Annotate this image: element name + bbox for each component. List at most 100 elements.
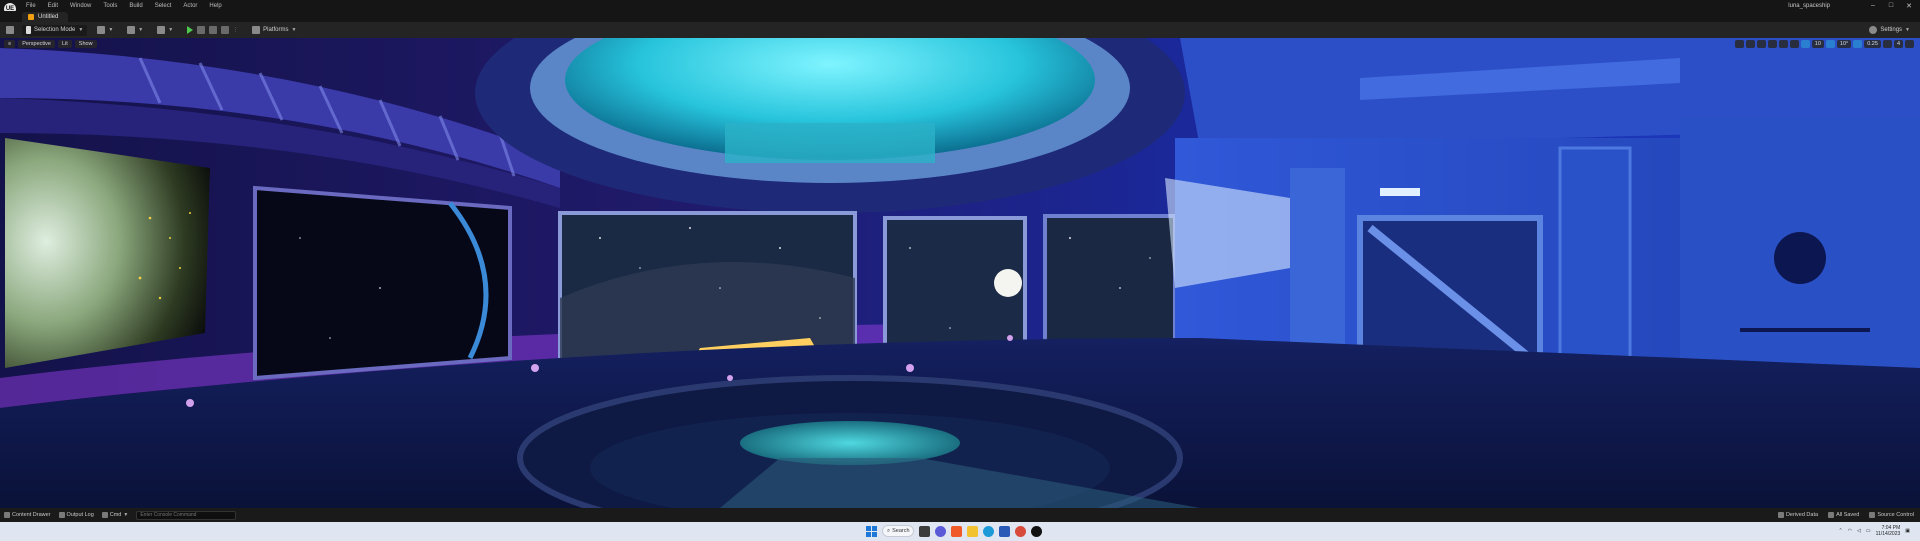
view-mode-button[interactable]: Lit — [57, 39, 72, 48]
source-control-button[interactable]: Source Control — [1869, 512, 1914, 518]
hamburger-icon: ≡ — [8, 40, 12, 47]
rotate-tool-icon[interactable] — [1756, 39, 1766, 48]
maximize-button[interactable]: □ — [1886, 2, 1896, 9]
eject-icon[interactable] — [221, 26, 230, 34]
clock[interactable]: 7:04 PM 11/14/2023 — [1876, 525, 1901, 537]
windows-start-icon[interactable] — [866, 525, 877, 537]
scale-snap-icon[interactable] — [1853, 39, 1863, 48]
cmd-dropdown[interactable]: Cmd ▼ — [101, 512, 129, 518]
grid-size-value[interactable]: 10 — [1811, 39, 1824, 48]
main-toolbar: Selection Mode ▼ ▼ ▼ ▼ ⋮ Platforms ▼ Set… — [0, 22, 1920, 38]
taskbar-apps: ⌕ Search — [866, 525, 1042, 537]
select-tool-icon[interactable] — [1734, 39, 1744, 48]
chevron-up-icon[interactable]: ⌃ — [1838, 528, 1842, 534]
taskbar-search[interactable]: ⌕ Search — [882, 525, 914, 537]
tab-bar: Untitled — [0, 11, 1920, 22]
play-controls: ⋮ — [183, 25, 242, 36]
derived-data-button[interactable]: Derived Data — [1777, 512, 1819, 518]
selection-mode-dropdown[interactable]: Selection Mode ▼ — [22, 24, 88, 36]
output-log-button[interactable]: Output Log — [58, 512, 94, 518]
camera-speed-value[interactable]: 4 — [1893, 39, 1903, 48]
tab-level[interactable]: Untitled — [22, 12, 69, 22]
project-name: luna_spaceship — [1788, 2, 1830, 9]
chrome-icon[interactable] — [1015, 525, 1026, 537]
stop-icon[interactable] — [209, 26, 218, 34]
volume-icon[interactable]: ◁ — [1857, 528, 1861, 534]
save-status-icon — [1828, 512, 1835, 518]
notification-icon[interactable]: ▣ — [1905, 528, 1910, 534]
menu-tools[interactable]: Tools — [97, 3, 123, 9]
settings-label: Settings — [1880, 27, 1903, 33]
minimize-button[interactable]: – — [1868, 2, 1878, 9]
chevron-down-icon: ▼ — [168, 27, 174, 33]
save-icon — [6, 26, 14, 34]
all-saved-label: All Saved — [1836, 512, 1860, 518]
status-bar: Content Drawer Output Log Cmd ▼ Derived … — [0, 508, 1920, 522]
chevron-down-icon: ▼ — [78, 27, 84, 33]
file-explorer-icon[interactable] — [967, 525, 978, 537]
derived-data-label: Derived Data — [1785, 512, 1819, 518]
menu-actor[interactable]: Actor — [177, 3, 203, 9]
viewport-render[interactable] — [0, 38, 1920, 508]
menu-edit[interactable]: Edit — [42, 3, 64, 9]
content-drawer-label: Content Drawer — [12, 512, 51, 518]
add-actor-button[interactable]: ▼ — [93, 25, 117, 36]
grid-snap-icon[interactable] — [1800, 39, 1810, 48]
title-bar: UE File Edit Window Tools Build Select A… — [0, 0, 1920, 15]
menu-window[interactable]: Window — [64, 3, 97, 9]
angle-snap-icon[interactable] — [1825, 39, 1835, 48]
step-icon[interactable] — [197, 26, 206, 34]
unreal-engine-taskbar-icon[interactable] — [1031, 525, 1042, 537]
console-command-input[interactable] — [136, 510, 237, 520]
network-icon[interactable]: ◠ — [1848, 528, 1852, 534]
all-saved-button[interactable]: All Saved — [1828, 512, 1859, 518]
menu-build[interactable]: Build — [123, 3, 148, 9]
show-button[interactable]: Show — [74, 39, 97, 48]
menu-file[interactable]: File — [20, 3, 42, 9]
close-button[interactable]: ✕ — [1904, 2, 1914, 10]
perspective-button[interactable]: Perspective — [18, 39, 55, 48]
output-log-icon — [58, 512, 65, 518]
scale-tool-icon[interactable] — [1767, 39, 1777, 48]
clapper-icon — [157, 26, 166, 34]
derived-data-icon — [1777, 512, 1784, 518]
lit-label: Lit — [61, 40, 68, 47]
gear-icon — [1869, 26, 1878, 34]
menu-help[interactable]: Help — [203, 3, 227, 9]
status-right: Derived Data All Saved Source Control — [1777, 512, 1920, 518]
blueprint-icon — [127, 26, 136, 34]
menu-select[interactable]: Select — [149, 3, 178, 9]
selection-mode-label: Selection Mode — [34, 27, 76, 33]
move-tool-icon[interactable] — [1745, 39, 1755, 48]
play-icon[interactable] — [187, 26, 194, 34]
viewport-toolbar: ≡ Perspective Lit Show 10 10° 0.25 4 — [0, 38, 1920, 49]
scale-snap-value[interactable]: 0.25 — [1864, 39, 1881, 48]
battery-icon[interactable]: ▭ — [1866, 528, 1871, 534]
chat-icon[interactable] — [935, 525, 946, 537]
viewport-menu-button[interactable]: ≡ — [4, 39, 16, 48]
task-view-icon[interactable] — [919, 525, 930, 537]
angle-snap-value[interactable]: 10° — [1836, 39, 1852, 48]
cinematics-button[interactable]: ▼ — [153, 25, 177, 36]
platforms-label: Platforms — [263, 27, 289, 33]
maximize-viewport-icon[interactable] — [1905, 39, 1914, 48]
settings-button[interactable]: Settings ▼ — [1865, 25, 1914, 36]
brave-icon[interactable] — [951, 525, 962, 537]
world-local-icon[interactable] — [1778, 39, 1788, 48]
save-button[interactable] — [4, 25, 16, 36]
chevron-down-icon: ▼ — [138, 27, 144, 33]
chevron-down-icon: ▼ — [108, 27, 114, 33]
store-icon[interactable] — [999, 525, 1010, 537]
camera-speed-icon[interactable] — [1882, 39, 1892, 48]
blueprints-button[interactable]: ▼ — [123, 25, 147, 36]
content-drawer-button[interactable]: Content Drawer — [4, 512, 51, 518]
terminal-icon — [101, 512, 108, 518]
cursor-icon — [26, 26, 31, 34]
chevron-down-icon: ▼ — [123, 512, 129, 518]
level-viewport[interactable]: ≡ Perspective Lit Show 10 10° 0.25 4 — [0, 38, 1920, 508]
edge-icon[interactable] — [983, 525, 994, 537]
more-options-icon[interactable]: ⋮ — [233, 27, 238, 33]
platforms-dropdown[interactable]: Platforms ▼ — [248, 25, 300, 36]
surface-snap-icon[interactable] — [1789, 39, 1799, 48]
platforms-icon — [252, 26, 261, 34]
